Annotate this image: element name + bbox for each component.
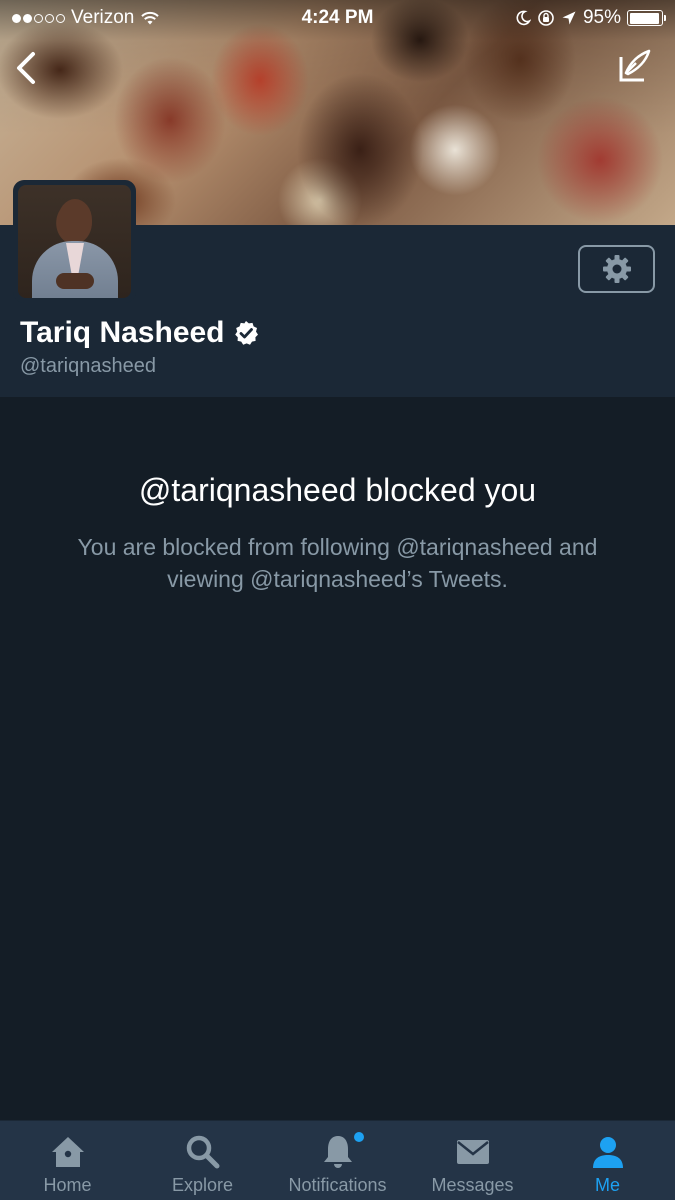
tab-home-label: Home — [43, 1175, 92, 1195]
avatar-image — [18, 185, 131, 298]
wifi-icon — [141, 11, 160, 25]
bell-icon — [318, 1133, 358, 1171]
profile-display-name: Tariq Nasheed — [20, 316, 259, 350]
tab-me[interactable]: Me — [540, 1121, 675, 1200]
display-name-text: Tariq Nasheed — [20, 316, 225, 349]
compose-icon — [619, 49, 651, 82]
profile-screen: Verizon 4:24 PM 95% Tariq Nasheed @tariq… — [0, 0, 675, 1200]
tab-messages-label: Messages — [431, 1175, 514, 1195]
location-arrow-icon — [562, 11, 576, 25]
tab-messages[interactable]: Messages — [405, 1121, 540, 1200]
tab-me-label: Me — [594, 1175, 620, 1195]
notification-badge — [353, 1132, 364, 1142]
verified-badge-icon — [234, 321, 258, 345]
battery-icon — [627, 10, 666, 26]
status-left: Verizon — [12, 7, 160, 29]
chevron-left-icon — [17, 52, 35, 84]
search-icon — [183, 1133, 223, 1171]
status-bar: Verizon 4:24 PM 95% — [0, 0, 675, 36]
back-button[interactable] — [6, 46, 46, 90]
moon-icon — [516, 10, 531, 26]
battery-percent: 95% — [582, 7, 621, 28]
avatar[interactable] — [13, 180, 136, 303]
profile-handle: @tariqnasheed — [20, 355, 156, 377]
person-icon — [588, 1133, 628, 1171]
tab-notifications[interactable]: Notifications — [270, 1121, 405, 1200]
signal-icon — [12, 13, 65, 23]
carrier-name: Verizon — [71, 7, 135, 28]
envelope-icon — [453, 1133, 493, 1171]
tab-home[interactable]: Home — [0, 1121, 135, 1200]
tab-notifications-label: Notifications — [288, 1175, 387, 1195]
status-right: 95% — [515, 7, 666, 29]
blocked-title: @tariqnasheed blocked you — [138, 472, 537, 508]
tab-bar: Home Explore Notifications Messages Me — [0, 1120, 675, 1200]
home-icon — [48, 1133, 88, 1171]
compose-button[interactable] — [613, 44, 657, 88]
rotation-lock-icon — [538, 10, 554, 26]
settings-button[interactable] — [578, 245, 655, 293]
blocked-description: You are blocked from following @tariqnas… — [77, 534, 598, 592]
battery-level — [629, 12, 659, 24]
tab-explore-label: Explore — [171, 1175, 234, 1195]
gear-icon — [602, 255, 631, 283]
tab-explore[interactable]: Explore — [135, 1121, 270, 1200]
